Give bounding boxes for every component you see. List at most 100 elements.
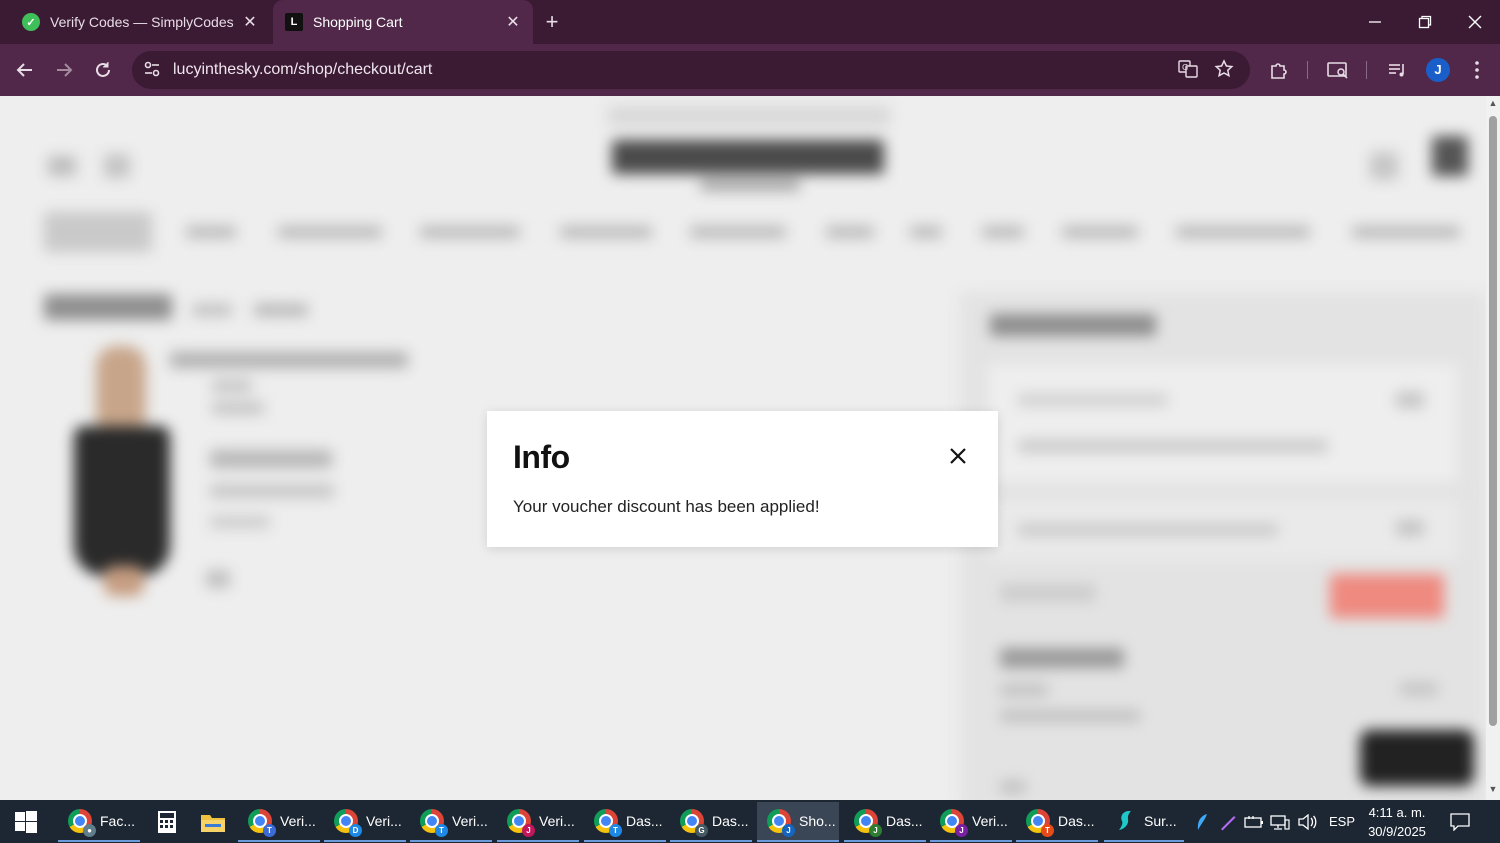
taskbar-item[interactable]: J Veri...	[930, 802, 1012, 842]
notification-center-icon	[1450, 812, 1470, 831]
taskbar-label: Veri...	[366, 813, 402, 829]
windows-logo-icon	[15, 810, 37, 833]
tray-volume-icon[interactable]	[1294, 800, 1320, 843]
profile-badge: T	[609, 824, 622, 837]
surfshark-icon	[1119, 811, 1131, 830]
tray-network-icon[interactable]	[1268, 800, 1292, 843]
tray-pen-icon[interactable]	[1216, 800, 1240, 843]
taskbar-item[interactable]: T Veri...	[410, 802, 492, 842]
blurred-input-placeholder	[1000, 584, 1096, 602]
blurred-account-icon	[1370, 152, 1398, 180]
blurred-product-name	[170, 352, 408, 368]
taskbar-item[interactable]	[146, 802, 184, 842]
notifications-button[interactable]	[1440, 800, 1480, 843]
taskbar-item[interactable]: G Das...	[670, 802, 752, 842]
taskbar-item[interactable]: T Das...	[584, 802, 666, 842]
restore-icon	[1418, 15, 1432, 29]
language-indicator[interactable]: ESP	[1322, 800, 1362, 843]
taskbar-label: Sho...	[799, 813, 836, 829]
tab-search-icon[interactable]	[1325, 57, 1351, 83]
dialog-close-button[interactable]	[943, 441, 973, 471]
taskbar-label: Das...	[712, 813, 749, 829]
close-window-button[interactable]	[1450, 0, 1500, 44]
tray-battery-icon[interactable]	[1242, 800, 1266, 843]
blurred-subtotal-label	[1000, 684, 1048, 696]
profile-badge: J	[782, 824, 795, 837]
taskbar-item[interactable]: J Das...	[844, 802, 926, 842]
dialog-message: Your voucher discount has been applied!	[513, 497, 820, 516]
profile-badge: D	[349, 824, 362, 837]
star-glyph	[1214, 59, 1234, 78]
blurred-nav-item	[278, 226, 382, 238]
extensions-icon[interactable]	[1266, 57, 1292, 83]
blurred-edit-link	[254, 304, 308, 316]
chrome-icon: T	[1026, 809, 1054, 837]
translate-icon[interactable]: G	[1177, 59, 1199, 81]
profile-badge: G	[695, 824, 708, 837]
restore-button[interactable]	[1400, 0, 1450, 44]
address-bar[interactable]: lucyinthesky.com/shop/checkout/cart G	[132, 51, 1250, 89]
blurred-total-label	[1000, 780, 1026, 794]
network-icon	[1270, 814, 1290, 830]
reload-button[interactable]	[89, 56, 117, 84]
tab-simplycodes[interactable]: ✓ Verify Codes — SimplyCodes ✕	[8, 0, 270, 44]
blurred-cart-icon	[1432, 136, 1468, 176]
forward-arrow-icon	[57, 63, 73, 77]
system-clock[interactable]: 4:11 a. m. 30/9/2025	[1366, 803, 1428, 841]
chrome-icon: J	[940, 809, 968, 837]
profile-badge: T	[263, 824, 276, 837]
blurred-summary-heading	[990, 314, 1156, 336]
profile-badge: J	[522, 824, 535, 837]
minimize-icon	[1369, 21, 1381, 23]
blurred-voucher-line	[1018, 524, 1278, 536]
forward-button[interactable]	[50, 56, 78, 84]
scroll-up-arrow[interactable]: ▲	[1488, 98, 1498, 108]
tab-title: Verify Codes — SimplyCodes	[50, 14, 234, 30]
tab-shopping-cart[interactable]: L Shopping Cart ✕	[273, 0, 533, 44]
taskbar-item[interactable]: ● Fac...	[58, 802, 140, 842]
info-dialog: Info Your voucher discount has been appl…	[487, 411, 998, 547]
taskbar-item[interactable]: D Veri...	[324, 802, 406, 842]
chrome-icon: G	[680, 809, 708, 837]
profile-avatar[interactable]: J	[1426, 58, 1450, 82]
lucy-in-the-sky-l-icon: L	[285, 13, 303, 31]
close-tab-icon[interactable]: ✕	[499, 12, 527, 32]
profile-badge: T	[1041, 824, 1054, 837]
taskbar-label: Das...	[886, 813, 923, 829]
bookmark-star-icon[interactable]	[1213, 59, 1235, 81]
blurred-nav-item	[1352, 226, 1460, 238]
taskbar-item[interactable]: J Veri...	[497, 802, 579, 842]
taskbar-item-active[interactable]: J Sho...	[757, 802, 839, 842]
toolbar-separator	[1366, 61, 1367, 79]
taskbar-item[interactable]: Sur...	[1104, 802, 1184, 842]
blurred-product-qty	[212, 402, 264, 414]
chrome-icon: T	[420, 809, 448, 837]
taskbar-item[interactable]: T Veri...	[238, 802, 320, 842]
blurred-chevron	[1396, 520, 1424, 536]
new-tab-button[interactable]: +	[540, 9, 564, 35]
tray-feather-icon[interactable]	[1190, 800, 1214, 843]
blurred-product-model	[96, 346, 146, 436]
minimize-button[interactable]	[1350, 0, 1400, 44]
page-scrollbar[interactable]: ▲ ▼	[1486, 96, 1500, 800]
browser-menu-icon[interactable]	[1464, 57, 1490, 83]
blurred-item-count	[192, 304, 232, 316]
clock-time: 4:11 a. m.	[1368, 805, 1426, 820]
site-info-icon[interactable]	[142, 60, 162, 80]
blurred-nav-item	[690, 226, 786, 238]
blurred-nav-item	[1062, 226, 1138, 238]
scroll-down-arrow[interactable]: ▼	[1488, 784, 1498, 794]
taskbar-label: Veri...	[280, 813, 316, 829]
close-tab-icon[interactable]: ✕	[236, 12, 264, 32]
tab-title: Shopping Cart	[313, 14, 403, 30]
tab-bar: ✓ Verify Codes — SimplyCodes ✕ L Shoppin…	[0, 0, 1500, 44]
taskbar-item[interactable]	[190, 802, 230, 842]
scroll-thumb[interactable]	[1489, 116, 1497, 726]
back-arrow-icon	[16, 63, 32, 77]
url-text[interactable]: lucyinthesky.com/shop/checkout/cart	[173, 61, 432, 79]
back-button[interactable]	[11, 56, 39, 84]
taskbar-item[interactable]: T Das...	[1016, 802, 1098, 842]
calculator-icon	[158, 811, 176, 833]
start-button[interactable]	[0, 800, 52, 843]
media-control-icon[interactable]	[1384, 57, 1410, 83]
